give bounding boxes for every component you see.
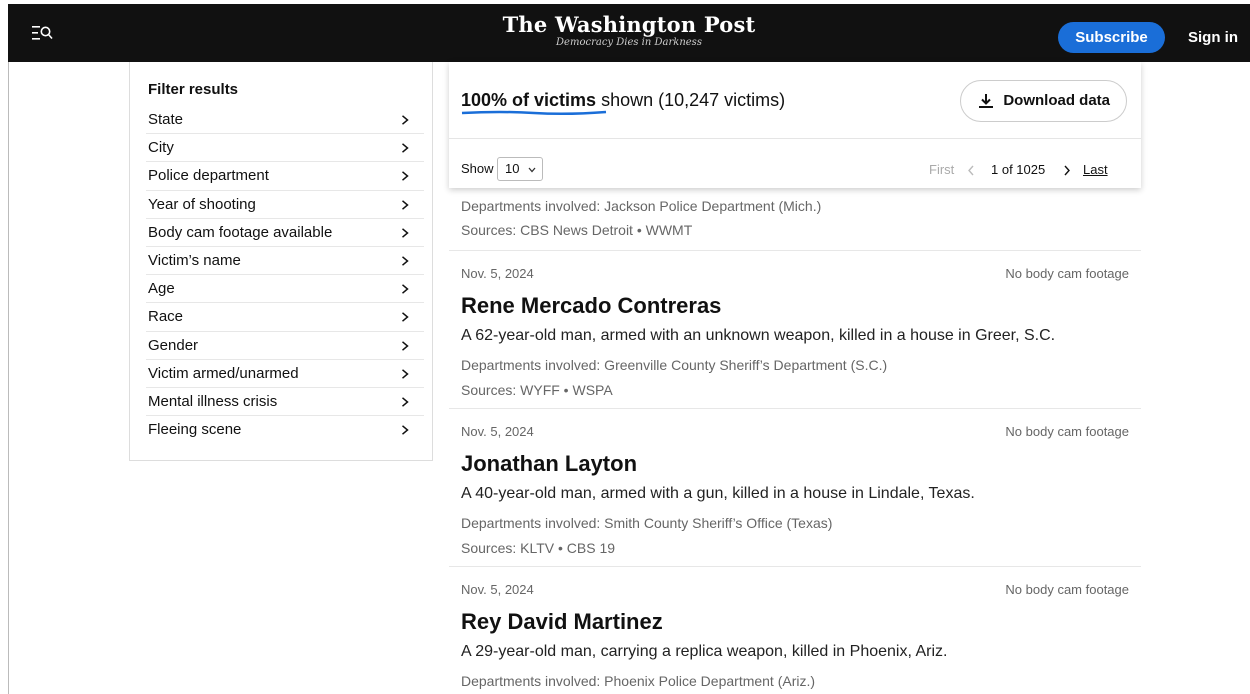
chevron-right-icon (402, 256, 409, 266)
filter-item[interactable]: City (146, 134, 424, 163)
filter-item-label: State (148, 111, 184, 128)
filter-item-label: Victim’s name (148, 251, 241, 269)
list-item: Nov. 5, 2024 No body cam footage Rey David… (449, 567, 1141, 694)
download-label: Download data (1003, 92, 1110, 109)
page-edge-divider (8, 62, 9, 694)
filter-item-label: Gender (148, 336, 199, 354)
subscribe-button[interactable]: Subscribe (1058, 22, 1165, 53)
chevron-right-icon (402, 228, 409, 238)
victim-name[interactable]: Jonathan Layton (461, 451, 637, 477)
filter-item[interactable]: Fleeing scene (146, 416, 424, 444)
bodycam-status: No body cam footage (1005, 266, 1129, 281)
chevron-right-icon[interactable] (1063, 165, 1071, 176)
list-item: Nov. 5, 2024 No body cam footage Jonathan … (449, 409, 1141, 567)
results-count-text: shown (10,247 victims) (596, 90, 786, 110)
chevron-right-icon (402, 312, 409, 323)
chevron-right-icon (402, 284, 409, 294)
top-navigation-bar: The Washington Post Democracy Dies in Da… (8, 4, 1250, 62)
results-summary: 100% of victims shown (10,247 victims) (461, 90, 785, 111)
record-sources: Sources: WYFF • WSPA (461, 382, 613, 398)
record-departments: Departments involved: Smith County Sheri… (461, 515, 833, 531)
bodycam-status: No body cam footage (1005, 424, 1129, 439)
filter-item[interactable]: Body cam footage available (146, 219, 424, 247)
record-sources: Sources: KLTV • CBS 19 (461, 540, 616, 556)
download-icon (979, 94, 993, 108)
sign-in-link[interactable]: Sign in (1188, 22, 1238, 53)
record-sources: Sources: CBS News Detroit • WWMT (461, 222, 693, 238)
list-item: Nov. 5, 2024 No body cam footage Rene Merc… (449, 251, 1141, 409)
filter-item-label: Age (148, 280, 175, 298)
results-summary-card: 100% of victims shown (10,247 victims) D… (449, 62, 1141, 188)
filter-item-label: Year of shooting (148, 195, 256, 213)
filter-item-label: Mental illness crisis (148, 392, 278, 410)
record-date: Nov. 5, 2024 (461, 424, 534, 439)
page-size-value: 10 (505, 161, 520, 176)
first-page-link[interactable]: First (929, 161, 954, 179)
chevron-right-icon (402, 368, 409, 379)
last-page-link[interactable]: Last (1083, 161, 1108, 179)
record-description: A 62-year-old man, armed with an unknown… (461, 327, 1056, 344)
filter-item[interactable]: Mental illness crisis (146, 388, 424, 417)
record-date: Nov. 5, 2024 (461, 582, 534, 597)
record-description: A 40-year-old man, armed with a gun, kil… (461, 485, 975, 502)
chevron-right-icon (402, 199, 409, 210)
filter-item[interactable]: Victim’s name (146, 247, 424, 276)
highlight-underline (461, 110, 607, 116)
download-data-button[interactable]: Download data (960, 80, 1127, 122)
show-label: Show (461, 161, 494, 176)
bodycam-status: No body cam footage (1005, 582, 1129, 597)
chevron-right-icon (402, 397, 409, 407)
filter-item-label: Fleeing scene (148, 421, 242, 439)
filter-item[interactable]: Year of shooting (146, 191, 424, 219)
record-departments: Departments involved: Greenville County … (461, 357, 888, 373)
page-status: 1 of 1025 (991, 162, 1046, 177)
record-date: Nov. 5, 2024 (461, 266, 534, 281)
filter-item-label: Victim armed/unarmed (148, 364, 299, 382)
chevron-right-icon (402, 143, 409, 153)
filter-item[interactable]: Police department (146, 162, 424, 191)
filter-item-label: Police department (148, 167, 269, 185)
filter-panel: Filter results State City Police departmen… (129, 62, 433, 461)
chevron-right-icon (402, 171, 409, 182)
filter-item[interactable]: State (146, 106, 424, 135)
filter-list: State City Police department Year of shooti… (146, 106, 424, 444)
filter-item[interactable]: Race (146, 303, 424, 332)
filter-item[interactable]: Gender (146, 332, 424, 360)
chevron-right-icon (402, 425, 409, 435)
record-departments: Departments involved: Phoenix Police Dep… (461, 673, 816, 689)
filter-item-label: Body cam footage available (148, 223, 333, 241)
record-departments: Departments involved: Jackson Police Dep… (461, 198, 822, 214)
record-description: A 29-year-old man, carrying a replica we… (461, 643, 948, 660)
chevron-right-icon (402, 340, 409, 351)
filter-item-label: City (148, 139, 174, 157)
victim-name[interactable]: Rey David Martinez (461, 609, 663, 635)
list-item: Departments involved: Jackson Police Dep… (449, 188, 1141, 251)
page-size-select[interactable]: 10 (497, 157, 543, 181)
victim-name[interactable]: Rene Mercado Contreras (461, 293, 721, 319)
summary-divider (449, 138, 1141, 139)
filter-item[interactable]: Age (146, 275, 424, 304)
victims-percent-link[interactable]: 100% of victims (461, 90, 596, 110)
filter-title: Filter results (148, 81, 239, 98)
filter-item-label: Race (148, 308, 184, 326)
chevron-left-icon[interactable] (967, 165, 975, 176)
filter-item[interactable]: Victim armed/unarmed (146, 360, 424, 388)
chevron-right-icon (402, 115, 409, 125)
chevron-down-icon (528, 167, 536, 173)
